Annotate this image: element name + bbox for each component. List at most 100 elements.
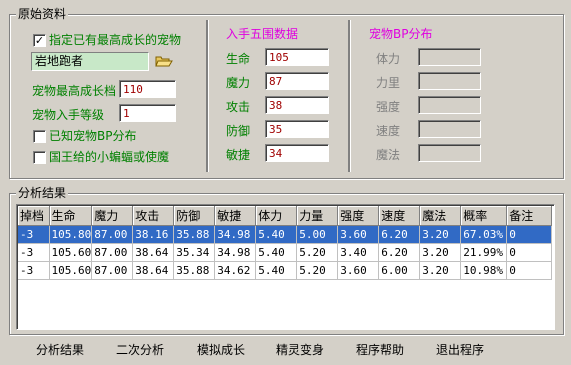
divider-right (348, 20, 350, 172)
stat-label-mp: 魔力 (226, 76, 251, 90)
stat-input-attack[interactable]: 38 (265, 96, 329, 114)
pet-select-value: 岩地跑者 (35, 54, 84, 68)
table-cell: 10.98% (460, 261, 508, 280)
help-button[interactable]: 程序帮助 (356, 342, 404, 358)
bp-label-magic: 魔法 (376, 148, 401, 162)
table-cell: -3 (18, 243, 50, 262)
table-cell: 3.20 (419, 225, 462, 244)
stat-input-defense[interactable]: 35 (265, 120, 329, 138)
column-header[interactable]: 攻击 (132, 206, 175, 226)
table-cell: 105.80 (49, 225, 93, 244)
table-cell: 6.20 (378, 225, 421, 244)
table-row[interactable]: -3 105.80 87.00 38.16 35.88 34.98 5.40 5.00 3.60… (18, 225, 553, 244)
table-row[interactable]: -3 105.60 87.00 38.64 35.34 34.98 5.40 5.20 3.40… (18, 243, 553, 262)
table-cell: 87.00 (91, 261, 134, 280)
divider-left (206, 20, 208, 172)
bp-label-stamina: 体力 (376, 52, 401, 66)
bp-label-speed: 速度 (376, 124, 401, 138)
table-cell: 5.20 (296, 243, 339, 262)
simulate-growth-button[interactable]: 模拟成长 (197, 342, 245, 358)
column-header[interactable]: 敏捷 (214, 206, 257, 226)
table-cell: 35.34 (173, 243, 216, 262)
column-header[interactable]: 魔法 (419, 206, 462, 226)
result-group-title: 分析结果 (16, 186, 69, 200)
table-cell: 0 (506, 261, 553, 280)
king-bat-checkbox[interactable] (33, 151, 46, 164)
column-header[interactable]: 概率 (460, 206, 508, 226)
stats-panel-title: 入手五围数据 (226, 27, 299, 41)
table-cell: 34.98 (214, 243, 257, 262)
column-header[interactable]: 防御 (173, 206, 216, 226)
column-header[interactable]: 力量 (296, 206, 339, 226)
table-cell: 3.40 (337, 243, 380, 262)
column-header[interactable]: 强度 (337, 206, 380, 226)
table-cell: 34.98 (214, 225, 257, 244)
table-cell: 35.88 (173, 261, 216, 280)
column-header[interactable]: 速度 (378, 206, 421, 226)
stat-label-agility: 敏捷 (226, 148, 251, 162)
table-cell: -3 (18, 225, 50, 244)
known-bp-label[interactable]: 已知宠物BP分布 (49, 128, 136, 144)
bp-input-magic[interactable] (418, 144, 481, 162)
result-table[interactable]: 掉档 生命 魔力 攻击 防御 敏捷 体力 力量 强度 速度 魔法 概率 备注 -3 105.80 87.00… (16, 204, 555, 330)
stat-input-mp[interactable]: 87 (265, 72, 329, 90)
table-cell: 5.40 (255, 261, 298, 280)
bp-panel-title: 宠物BP分布 (369, 27, 433, 41)
level-label: 宠物入手等级 (32, 108, 105, 122)
stat-label-defense: 防御 (226, 124, 251, 138)
stat-label-hp: 生命 (226, 52, 251, 66)
table-cell: 38.64 (132, 243, 175, 262)
max-growth-label: 宠物最高成长档 (32, 84, 117, 98)
stat-input-agility[interactable]: 34 (265, 144, 329, 162)
bp-input-speed[interactable] (418, 120, 481, 138)
table-cell: 87.00 (91, 225, 134, 244)
table-cell: 87.00 (91, 243, 134, 262)
table-cell: 5.40 (255, 225, 298, 244)
open-folder-icon[interactable] (154, 52, 174, 70)
table-cell: 6.20 (378, 243, 421, 262)
table-cell: 35.88 (173, 225, 216, 244)
specify-pet-checkbox[interactable]: ✓ (33, 34, 46, 47)
level-input[interactable]: 1 (119, 104, 176, 122)
table-cell: 67.03% (460, 225, 508, 244)
column-header[interactable]: 生命 (49, 206, 93, 226)
table-cell: 38.16 (132, 225, 175, 244)
column-header[interactable]: 掉档 (18, 206, 50, 226)
table-cell: 34.62 (214, 261, 257, 280)
secondary-analysis-button[interactable]: 二次分析 (116, 342, 164, 358)
king-bat-label[interactable]: 国王给的小蝙蝠或使魔 (49, 149, 169, 165)
stat-input-hp[interactable]: 105 (265, 48, 329, 66)
table-cell: 5.40 (255, 243, 298, 262)
column-header[interactable]: 备注 (506, 206, 553, 226)
stat-label-attack: 攻击 (226, 100, 251, 114)
table-cell: 3.60 (337, 261, 380, 280)
max-growth-input[interactable]: 110 (119, 80, 176, 98)
table-row[interactable]: -3 105.60 87.00 38.64 35.88 34.62 5.40 5.20 3.60… (18, 261, 553, 280)
exit-button[interactable]: 退出程序 (436, 342, 484, 358)
table-cell: 3.60 (337, 225, 380, 244)
bp-label-strength: 力里 (376, 76, 401, 90)
spirit-transform-button[interactable]: 精灵变身 (276, 342, 324, 358)
table-cell: 5.00 (296, 225, 339, 244)
bp-input-strength[interactable] (418, 72, 481, 90)
known-bp-checkbox[interactable] (33, 130, 46, 143)
table-cell: 6.00 (378, 261, 421, 280)
table-cell: 0 (506, 243, 553, 262)
table-cell: 105.60 (49, 261, 93, 280)
table-cell: 38.64 (132, 261, 175, 280)
specify-pet-label[interactable]: 指定已有最高成长的宠物 (49, 32, 181, 48)
table-cell: 21.99% (460, 243, 508, 262)
table-cell: 0 (506, 225, 553, 244)
analyze-button[interactable]: 分析结果 (36, 342, 84, 358)
table-cell: 3.20 (419, 243, 462, 262)
bp-input-stamina[interactable] (418, 48, 481, 66)
bp-label-toughness: 强度 (376, 100, 401, 114)
pet-select[interactable]: 岩地跑者 (31, 52, 149, 71)
table-cell: 5.20 (296, 261, 339, 280)
column-header[interactable]: 体力 (255, 206, 298, 226)
column-header[interactable]: 魔力 (91, 206, 134, 226)
bp-input-toughness[interactable] (418, 96, 481, 114)
table-cell: -3 (18, 261, 50, 280)
table-cell: 3.20 (419, 261, 462, 280)
table-cell: 105.60 (49, 243, 93, 262)
